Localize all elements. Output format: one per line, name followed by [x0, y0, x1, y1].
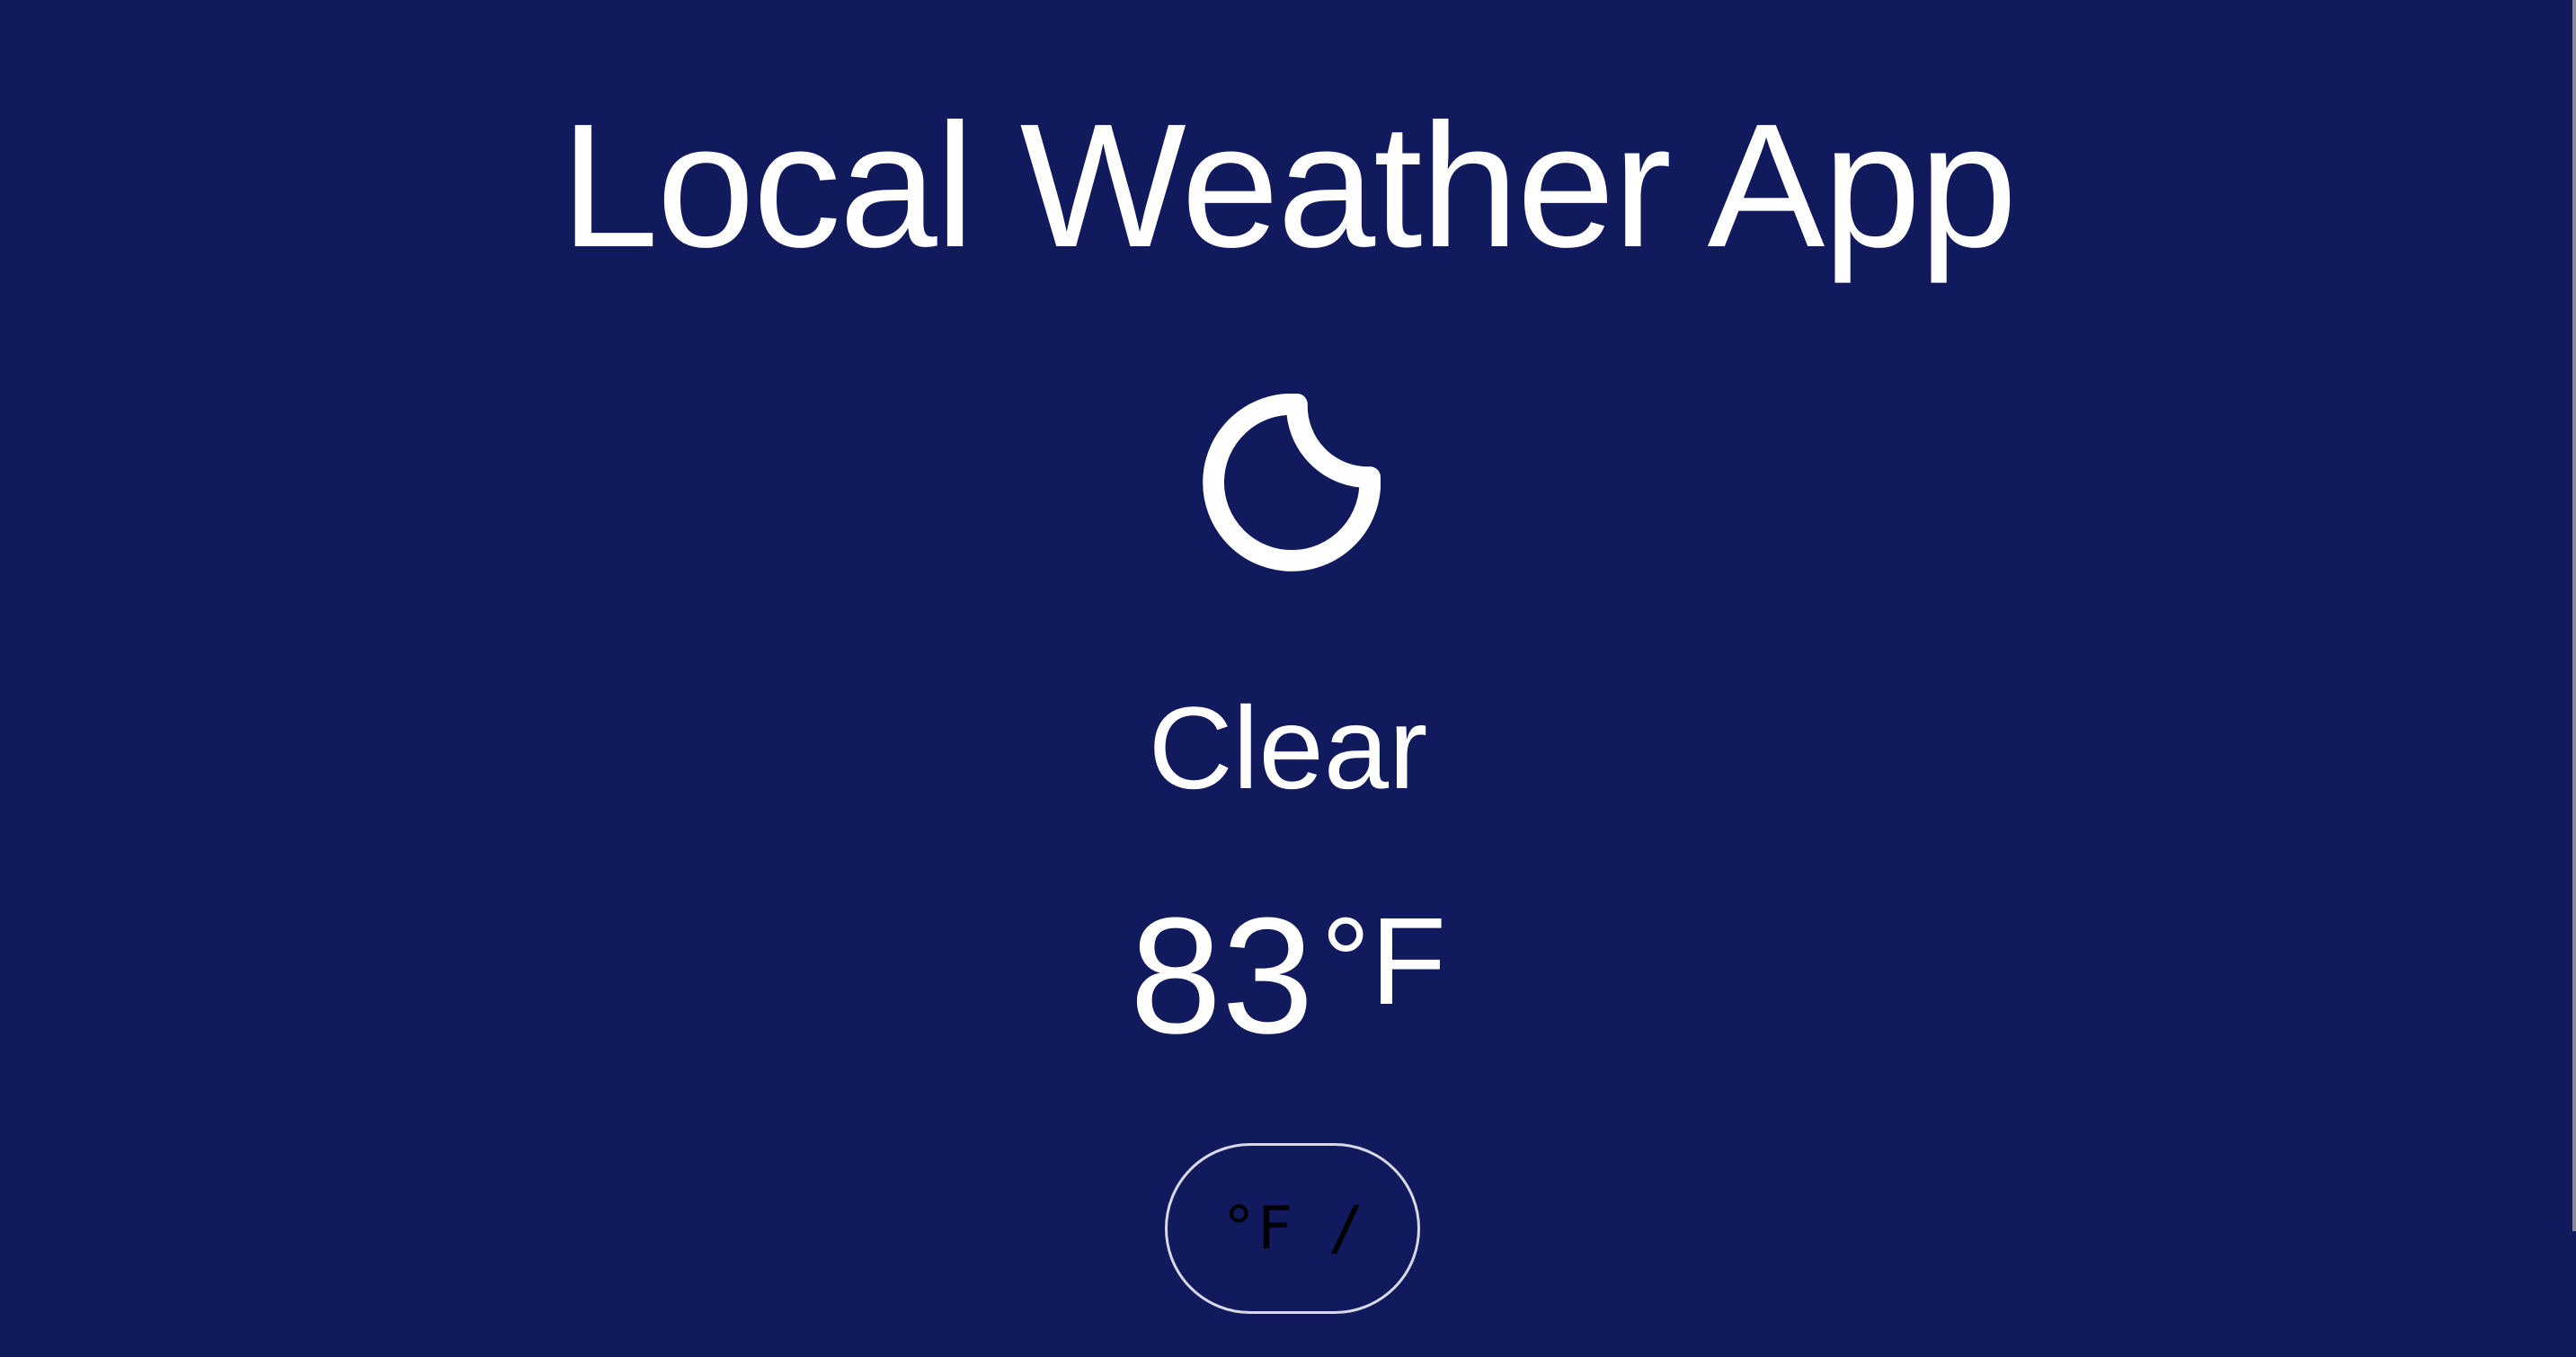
moon-icon — [1203, 394, 1381, 572]
page-title: Local Weather App — [560, 87, 2018, 284]
moon-icon-graphic — [1203, 394, 1381, 572]
weather-condition: Clear — [1148, 682, 1428, 813]
scrollbar[interactable] — [2572, 0, 2576, 1231]
temperature-value: 83 — [1129, 882, 1314, 1068]
weather-page: Local Weather App Clear 83°F °F / °C — [0, 0, 2576, 1357]
temperature-readout: 83°F — [0, 872, 2576, 1065]
temperature-unit: °F — [1320, 892, 1447, 1031]
unit-toggle-button[interactable]: °F / °C — [1165, 1143, 1420, 1314]
